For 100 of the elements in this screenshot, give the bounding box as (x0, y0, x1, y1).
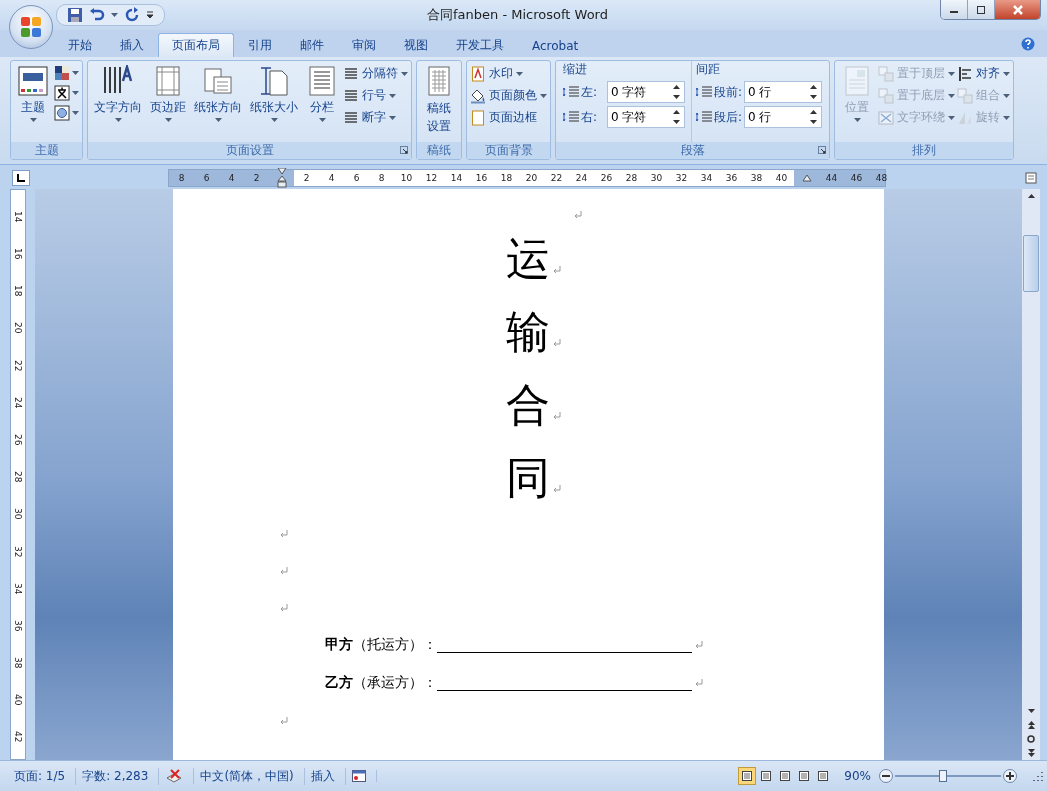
zoom-out-button[interactable] (879, 769, 893, 783)
save-icon[interactable] (67, 7, 83, 23)
spin-field[interactable]: 0 字符 (607, 81, 685, 103)
ruler-number: 42 (12, 730, 24, 745)
ribbon-tab[interactable]: 开始 (54, 33, 106, 57)
tab-selector-button[interactable] (12, 170, 30, 186)
layers-icon (878, 65, 895, 82)
slider-thumb[interactable] (938, 770, 947, 782)
customize-toolbar-icon[interactable] (146, 11, 154, 19)
paragraph-mark-icon (553, 265, 561, 274)
spin-down-icon[interactable] (673, 120, 680, 124)
ruler-number: 4 (227, 173, 236, 183)
ribbon-tab[interactable]: 视图 (390, 33, 442, 57)
zoom-slider[interactable] (895, 769, 1001, 783)
spin-up-icon[interactable] (810, 85, 818, 89)
ruler-number: 18 (494, 170, 519, 186)
ruler-number: 22 (544, 170, 569, 186)
ribbon-button[interactable]: 行号 (343, 87, 408, 104)
undo-icon[interactable] (89, 7, 105, 23)
color-palette-icon (54, 65, 70, 81)
double-down-arrow-icon (1027, 749, 1035, 757)
caret-icon[interactable] (111, 13, 118, 17)
minimize-button[interactable] (941, 0, 968, 19)
indent-marker-icon[interactable] (276, 168, 287, 188)
ruler-number: 44 (824, 173, 839, 183)
spin-down-icon[interactable] (810, 120, 818, 124)
close-button[interactable] (995, 0, 1040, 19)
indent-right-icon (563, 110, 579, 124)
help-icon[interactable] (1021, 37, 1035, 51)
ribbon-icon-button[interactable] (54, 105, 79, 121)
ruler-number: 32 (669, 170, 694, 186)
ruler-number: 28 (12, 470, 24, 485)
page-view-icon (760, 770, 773, 782)
spin-up-icon[interactable] (673, 110, 680, 114)
ruler-number: 38 (744, 170, 769, 186)
space-after-icon (696, 110, 712, 124)
zoom-in-button[interactable] (1003, 769, 1017, 783)
party-label: 甲方（托运方）： (325, 636, 437, 654)
print-layout-button[interactable] (738, 767, 757, 785)
ruler-number: 32 (12, 544, 24, 559)
maximize-button[interactable] (968, 0, 995, 19)
indent-marker-icon[interactable] (801, 174, 812, 182)
spin-field[interactable]: 0 行 (744, 106, 823, 128)
ribbon-tab[interactable]: 开发工具 (442, 33, 518, 57)
ruler-number: 8 (369, 170, 394, 186)
ribbon-tab[interactable]: 审阅 (338, 33, 390, 57)
party-label: 乙方（承运方）： (325, 674, 437, 692)
spin-field[interactable]: 0 字符 (607, 106, 685, 128)
spin-up-icon[interactable] (810, 110, 818, 114)
page-setup-button[interactable]: 纸张方向 (191, 63, 245, 142)
ruler-number: 12 (419, 170, 444, 186)
ribbon-button[interactable]: 对齐 (957, 65, 1011, 82)
grid-paper-button[interactable]: 稿纸设置 (420, 63, 458, 142)
section-heading: 缩进 (563, 61, 588, 78)
ribbon-button[interactable]: 断字 (343, 109, 408, 126)
ribbon-button[interactable]: 页面颜色 (470, 87, 547, 104)
spin-up-icon[interactable] (673, 85, 680, 89)
status-text[interactable]: 字数: 2,283 (76, 767, 160, 785)
ruler-number: 26 (594, 170, 619, 186)
title-character: 输 (506, 305, 550, 359)
ribbon-tab[interactable]: Acrobat (518, 33, 593, 57)
dialog-launcher-icon[interactable] (818, 146, 827, 154)
ribbon-tab[interactable]: 页面布局 (158, 33, 234, 57)
columns-icon (306, 65, 338, 97)
ribbon-tab[interactable]: 插入 (106, 33, 158, 57)
ribbon-button[interactable]: 页面边框 (470, 109, 547, 126)
theme-icon (17, 65, 49, 97)
dialog-launcher-icon[interactable] (400, 146, 408, 154)
scrollbar-thumb[interactable] (1023, 235, 1039, 292)
office-button[interactable] (9, 5, 53, 49)
ribbon-button[interactable]: 分隔符 (343, 65, 408, 82)
page-setup-button[interactable]: 页边距 (147, 63, 189, 142)
ribbon-button[interactable]: 水印 (470, 65, 547, 82)
ribbon-icon-button[interactable] (54, 85, 79, 101)
status-text[interactable]: 页面: 1/5 (8, 767, 77, 785)
paragraph-mark-icon (553, 484, 561, 493)
double-up-arrow-icon (1027, 721, 1035, 729)
ribbon-icon-button[interactable] (54, 65, 79, 81)
ruler-number: 6 (202, 173, 211, 183)
zoom-level[interactable]: 90% (844, 769, 871, 783)
status-text[interactable]: 插入 (304, 767, 346, 785)
status-text[interactable]: 中文(简体，中国) (194, 767, 305, 785)
spin-field[interactable]: 0 行 (744, 81, 823, 103)
minus-icon (882, 772, 890, 780)
ruler-number: 20 (12, 321, 24, 336)
page-setup-button[interactable]: 纸张大小 (247, 63, 301, 142)
spin-down-icon[interactable] (810, 95, 818, 99)
page-setup-button[interactable]: 文字方向 (91, 63, 145, 142)
ribbon-tab[interactable]: 引用 (234, 33, 286, 57)
page-setup-button[interactable]: 分栏 (303, 63, 341, 142)
ribbon-tab[interactable]: 邮件 (286, 33, 338, 57)
spin-down-icon[interactable] (673, 95, 680, 99)
page-view-icon (798, 770, 811, 782)
ruler-number: 28 (619, 170, 644, 186)
ruler-number: 48 (874, 173, 889, 183)
ruler-icon (1025, 172, 1037, 184)
redo-icon[interactable] (124, 7, 140, 23)
paragraph-mark-icon (280, 529, 288, 538)
resize-grip-icon (1033, 771, 1043, 781)
theme-button[interactable]: 主题 (14, 63, 52, 142)
